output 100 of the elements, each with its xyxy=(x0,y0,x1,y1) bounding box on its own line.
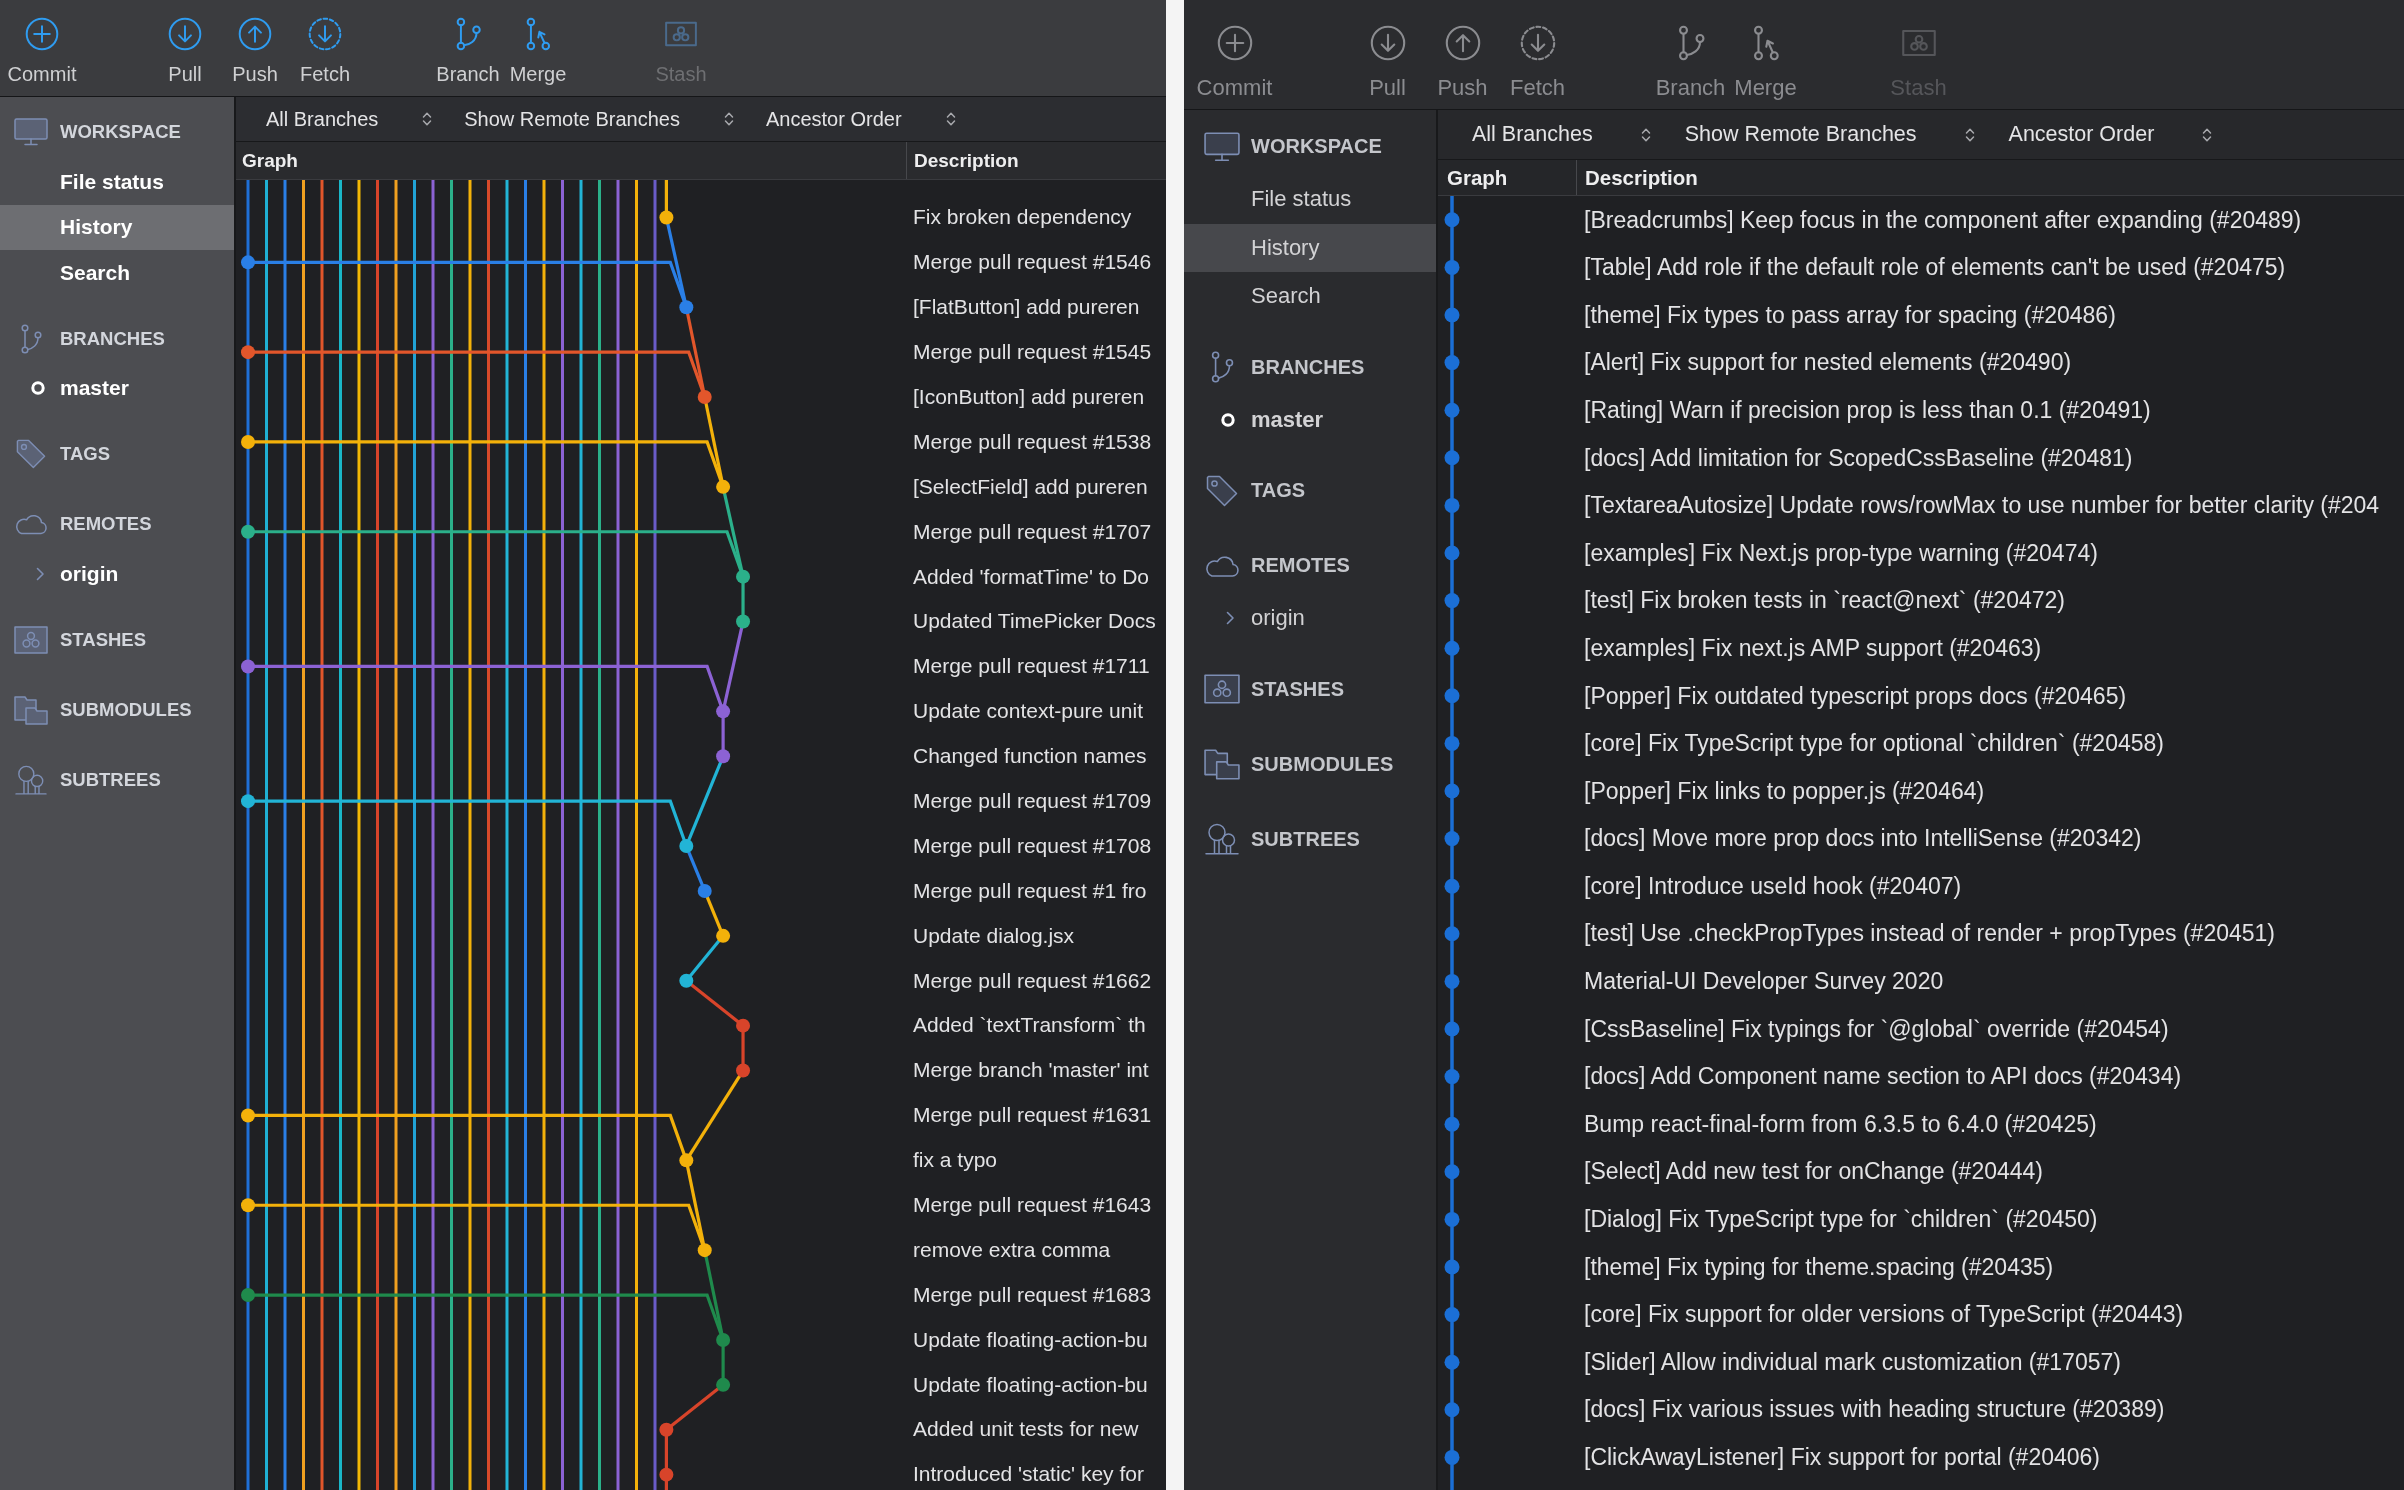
toolbar-button[interactable]: Push xyxy=(220,17,290,86)
toolbar-button[interactable]: Branch xyxy=(1653,25,1728,101)
toolbar-button[interactable]: Merge xyxy=(1728,25,1803,101)
sidebar-item[interactable]: History xyxy=(0,204,234,250)
chevron-icon[interactable] xyxy=(1226,611,1235,626)
sidebar-heading[interactable]: REMOTES xyxy=(0,497,234,551)
up-down-chevron-icon xyxy=(2202,126,2213,143)
commit-message: Merge pull request #1683 xyxy=(913,1282,1152,1307)
commit-message: Introduced 'static' key for xyxy=(913,1462,1144,1487)
commit-message: [Dialog] Fix TypeScript type for `children` (#20450) xyxy=(1584,1206,2098,1233)
sidebar-heading[interactable]: SUBMODULES xyxy=(0,682,234,737)
commit-message: [docs] Add Component name section to API docs (#20434) xyxy=(1584,1063,2182,1090)
dropdown-button[interactable]: All Branches xyxy=(1472,122,1651,147)
commit-message: Merge pull request #1708 xyxy=(913,833,1152,858)
column-header[interactable]: Description xyxy=(1576,160,2404,195)
commit-message: Added unit tests for new xyxy=(913,1417,1139,1442)
down-arrow-circle-icon xyxy=(168,17,202,51)
sidebar-heading[interactable]: TAGS xyxy=(0,427,234,481)
commit-message: [theme] Fix types to pass array for spacing (#20486) xyxy=(1584,301,2116,329)
commit-message: [Popper] Fix links to popper.js (#20464) xyxy=(1584,777,1985,805)
dashed-down-arrow-circle-icon xyxy=(308,17,342,51)
dropdown-button[interactable]: Ancestor Order xyxy=(2008,122,2213,147)
toolbar-button[interactable]: Fetch xyxy=(1500,25,1575,101)
toolbar-button[interactable]: Branch xyxy=(433,17,503,86)
commit-message: Merge pull request #1711 xyxy=(913,654,1150,679)
trees-icon xyxy=(1204,823,1240,855)
monitor-icon xyxy=(1204,130,1240,163)
sidebar-heading[interactable]: STASHES xyxy=(1184,660,1436,718)
commit-message: [docs] Fix various issues with heading structure (#20389) xyxy=(1584,1396,2165,1423)
sidebar-heading[interactable]: BRANCHES xyxy=(1184,338,1436,396)
toolbar-button[interactable]: Merge xyxy=(503,17,573,86)
toolbar-button[interactable]: Commit xyxy=(7,17,77,86)
sidebar-heading[interactable]: REMOTES xyxy=(1184,537,1436,594)
sidebar-heading[interactable]: SUBTREES xyxy=(1184,810,1436,868)
plus-circle-icon xyxy=(25,17,59,51)
commit-message: Merge branch 'master' int xyxy=(913,1058,1149,1083)
column-header[interactable]: Description xyxy=(906,142,1166,179)
dropdown-button[interactable]: Ancestor Order xyxy=(765,107,956,131)
commit-message: [core] Fix support for older versions of TypeScript (#20443) xyxy=(1584,1301,2184,1328)
commit-message: [FlatButton] add pureren xyxy=(913,295,1140,320)
tag-icon xyxy=(14,439,48,469)
sidebar-item[interactable]: master xyxy=(1184,395,1436,444)
monitor-icon xyxy=(14,117,48,147)
sidebar-heading[interactable]: STASHES xyxy=(0,612,234,667)
toolbar-button[interactable]: Fetch xyxy=(290,17,360,86)
column-header[interactable]: Graph xyxy=(236,142,906,179)
circles-box-icon xyxy=(1204,673,1240,705)
down-arrow-circle-icon xyxy=(1369,25,1406,61)
dropdown-button[interactable]: Show Remote Branches xyxy=(464,107,734,131)
trees-icon xyxy=(14,764,48,795)
sidebar-item[interactable]: Search xyxy=(1184,272,1436,321)
commit-message: [Breadcrumbs] Keep focus in the component after expanding (#20489) xyxy=(1584,206,2302,233)
toolbar-button[interactable]: Pull xyxy=(1350,25,1425,101)
toolbar-button[interactable]: Push xyxy=(1425,25,1500,101)
sidebar-item[interactable]: File status xyxy=(1184,175,1436,224)
toolbar-button[interactable]: Commit xyxy=(1197,25,1272,101)
commit-message: Update floating-action-bu xyxy=(913,1327,1148,1352)
commit-message: Added 'formatTime' to Do xyxy=(913,564,1149,589)
sidebar-item[interactable]: master xyxy=(0,365,234,411)
up-down-chevron-icon xyxy=(1964,126,1975,143)
sidebar-item[interactable]: origin xyxy=(0,551,234,597)
toolbar-button[interactable]: Pull xyxy=(150,17,220,86)
chevron-icon[interactable] xyxy=(36,566,45,581)
commit-message: Updated TimePicker Docs xyxy=(913,609,1156,634)
commit-message: [Popper] Fix outdated typescript props docs (#20465) xyxy=(1584,682,2127,709)
commit-message: Update floating-action-bu xyxy=(913,1372,1148,1397)
commit-message: Material-UI Developer Survey 2020 xyxy=(1584,968,1944,995)
dropdown-button[interactable]: All Branches xyxy=(266,107,433,131)
sidebar-heading[interactable]: SUBTREES xyxy=(0,752,234,807)
commit-message: [examples] Fix next.js AMP support (#20463) xyxy=(1584,634,2042,662)
commit-message: Merge pull request #1709 xyxy=(913,788,1152,814)
commit-message: [ClickAwayListener] Fix support for portal (#20406) xyxy=(1584,1444,2101,1471)
commit-message: [core] Fix TypeScript type for optional `children` (#20458) xyxy=(1584,730,2164,757)
sidebar-heading[interactable]: TAGS xyxy=(1184,462,1436,519)
commit-message: Added `textTransform` th xyxy=(913,1013,1146,1038)
sidebar-heading[interactable]: WORKSPACE xyxy=(0,105,234,159)
commit-message: [Rating] Warn if precision prop is less than 0.1 (#20491) xyxy=(1584,396,2151,424)
commit-message: [Slider] Allow individual mark customization (#17057) xyxy=(1584,1348,2121,1376)
up-arrow-circle-icon xyxy=(238,17,272,51)
plus-circle-icon xyxy=(1216,25,1253,61)
sidebar-item[interactable]: File status xyxy=(0,159,234,205)
commit-message: fix a typo xyxy=(913,1148,998,1173)
column-header[interactable]: Graph xyxy=(1438,160,1576,195)
dropdown-button[interactable]: Show Remote Branches xyxy=(1684,122,1975,147)
commit-message: Merge pull request #1 fro xyxy=(913,878,1147,903)
commit-message: Changed function names xyxy=(913,744,1147,769)
up-down-chevron-icon xyxy=(945,111,956,127)
commit-message: [IconButton] add pureren xyxy=(913,384,1145,410)
sidebar-item[interactable]: origin xyxy=(1184,594,1436,643)
commit-message: Merge pull request #1538 xyxy=(913,429,1152,454)
sidebar-heading[interactable]: WORKSPACE xyxy=(1184,118,1436,175)
sidebar-item[interactable]: Search xyxy=(0,250,234,296)
commit-message: [CssBaseline] Fix typings for `@global` override (#20454) xyxy=(1584,1015,2169,1043)
circles-box-icon xyxy=(14,624,48,655)
sidebar-heading[interactable]: BRANCHES xyxy=(0,311,234,366)
commit-message: remove extra comma xyxy=(913,1237,1111,1262)
sidebar-item[interactable]: History xyxy=(1184,223,1436,272)
up-arrow-circle-icon xyxy=(1444,25,1481,61)
commit-message: [Select] Add new test for onChange (#20444) xyxy=(1584,1158,2044,1185)
sidebar-heading[interactable]: SUBMODULES xyxy=(1184,735,1436,793)
